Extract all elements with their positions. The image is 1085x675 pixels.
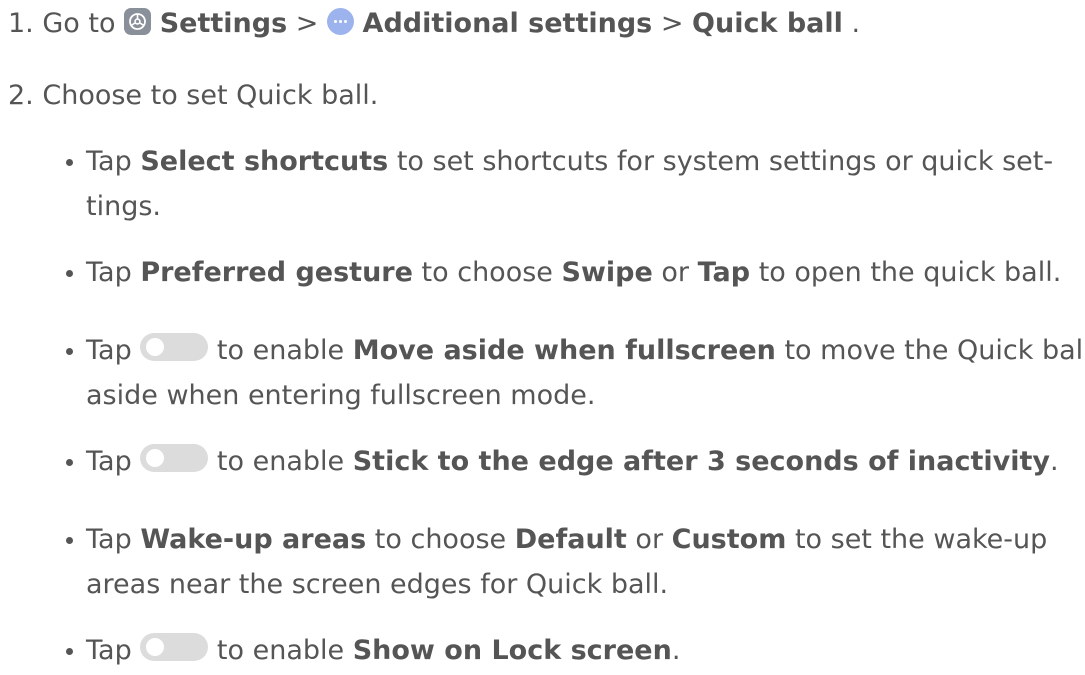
select-shortcuts-label: Select shortcuts: [140, 146, 389, 177]
bullet-text: or: [661, 257, 690, 288]
bullet-end: .: [1050, 446, 1059, 477]
tap-word: Tap: [86, 635, 132, 666]
move-aside-label: Move aside when fullscreen: [352, 335, 776, 366]
bullet-dot: [66, 348, 73, 355]
step-2-number: 2.: [8, 80, 34, 111]
tap-word: Tap: [86, 146, 132, 177]
show-on-lock-screen-label: Show on Lock screen: [352, 635, 672, 666]
swipe-label: Swipe: [561, 257, 653, 288]
toggle-knob: [146, 638, 165, 656]
bullet-text: to choose: [421, 257, 553, 288]
stick-to-edge-label: Stick to the edge after 3 seconds of ina…: [352, 446, 1051, 477]
toggle-switch-icon: [140, 333, 209, 361]
tap-label: Tap: [697, 257, 751, 288]
step-2: 2. Choose to set Quick ball.: [8, 78, 378, 114]
separator: >: [295, 8, 319, 39]
bullet-dot: [66, 537, 73, 544]
bullet-show-on-lock-screen: Tap to enable Show on Lock screen.: [86, 633, 680, 669]
step-2-text: Choose to set Quick ball.: [42, 80, 379, 111]
settings-label: Settings: [159, 8, 288, 39]
bullet-wake-up-areas: Tap Wake-up areas to choose Default or C…: [86, 522, 1047, 558]
bullet-dot: [66, 270, 73, 277]
bullet-select-shortcuts: Tap Select shortcuts to set shortcuts fo…: [86, 144, 1053, 180]
bullet-text: to choose: [374, 524, 507, 555]
wake-up-areas-label: Wake-up areas: [140, 524, 367, 555]
tap-word: Tap: [86, 335, 132, 366]
bullet-text: to enable: [216, 446, 345, 477]
bullet-text: to set the wake-up: [794, 524, 1048, 555]
step-1-number: 1.: [8, 8, 34, 39]
step-1-end: .: [851, 8, 861, 39]
toggle-switch-icon: [140, 444, 209, 472]
toggle-knob: [146, 338, 165, 356]
additional-settings-label: Additional settings: [362, 8, 653, 39]
bullet-text: to enable: [216, 335, 345, 366]
bullet-text: areas near the screen edges for Quick ba…: [86, 569, 669, 600]
bullet-text: to open the quick ball.: [758, 257, 1062, 288]
bullet-text: aside when entering fullscreen mode.: [86, 380, 596, 411]
step-1-prefix: Go to: [42, 8, 116, 39]
bullet-text: to move the Quick ball: [784, 335, 1085, 366]
bullet-text: tings.: [86, 191, 161, 222]
preferred-gesture-label: Preferred gesture: [140, 257, 413, 288]
bullet-preferred-gesture: Tap Preferred gesture to choose Swipe or…: [86, 255, 1061, 291]
bullet-text: to set shortcuts for system settings or …: [396, 146, 1054, 177]
bullet-end: .: [671, 635, 681, 666]
bullet-move-aside-continued: aside when entering fullscreen mode.: [86, 378, 595, 414]
bullet-wake-up-areas-continued: areas near the screen edges for Quick ba…: [86, 567, 668, 603]
tap-word: Tap: [86, 257, 132, 288]
tap-word: Tap: [86, 524, 132, 555]
bullet-text: or: [635, 524, 664, 555]
bullet-dot: [66, 459, 73, 466]
bullet-dot: [66, 648, 73, 655]
settings-icon: [124, 8, 152, 35]
bullet-stick-to-edge: Tap to enable Stick to the edge after 3 …: [86, 444, 1059, 480]
bullet-dot: [66, 159, 73, 166]
bullet-select-shortcuts-continued: tings.: [86, 189, 161, 225]
bullet-move-aside: Tap to enable Move aside when fullscreen…: [86, 333, 1085, 369]
quick-ball-label: Quick ball: [692, 8, 843, 39]
more-dots-icon: [326, 8, 354, 35]
bullet-text: to enable: [216, 635, 345, 666]
separator: >: [660, 8, 684, 39]
toggle-knob: [146, 449, 165, 467]
custom-label: Custom: [671, 524, 787, 555]
default-label: Default: [514, 524, 627, 555]
toggle-switch-icon: [140, 633, 209, 661]
step-1: 1. Go to Settings > Additional settings …: [8, 6, 860, 42]
tap-word: Tap: [86, 446, 132, 477]
